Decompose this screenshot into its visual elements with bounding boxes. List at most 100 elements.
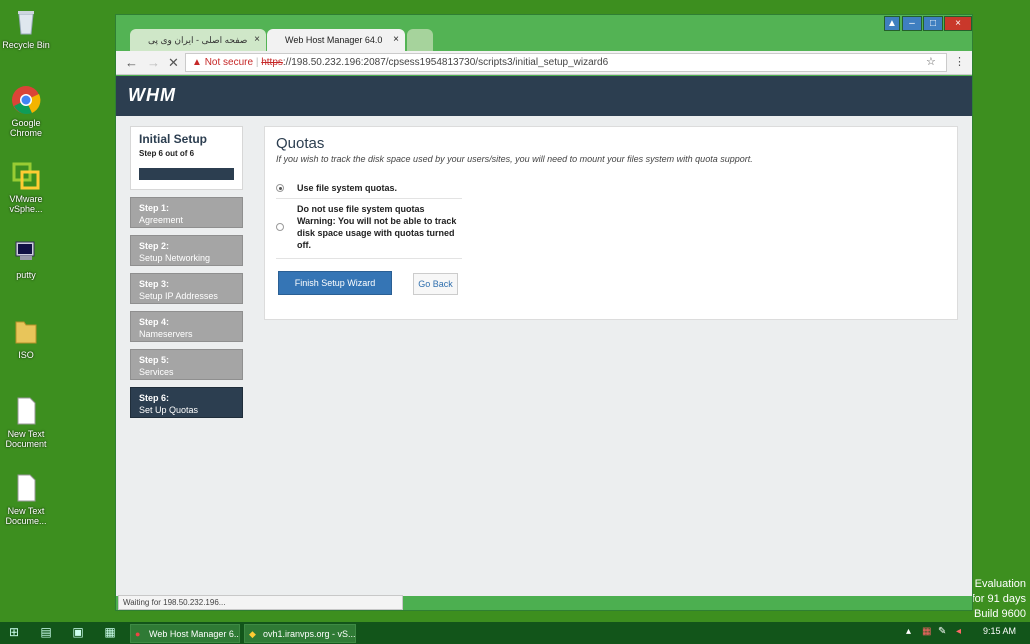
sidebar-step-services: Step 5: Services (130, 349, 243, 380)
url-scheme: https (261, 57, 283, 68)
step-label: Agreement (139, 215, 184, 225)
chrome-icon (12, 86, 41, 115)
whm-page: WHM Initial Setup Step 6 out of 6 Step 1… (116, 76, 972, 596)
sidebar-step-agreement: Step 1: Agreement (130, 197, 243, 228)
desktop-icon-chrome[interactable]: Google Chrome (0, 84, 52, 138)
desktop-icon-label: Recycle Bin (2, 40, 50, 50)
close-icon[interactable]: × (254, 29, 260, 51)
setup-step-count: Step 6 out of 6 (139, 149, 195, 158)
taskbar-item-vsphere[interactable]: ◆ ovh1.iranvps.org - vS... (244, 624, 356, 643)
close-icon[interactable]: × (393, 29, 399, 51)
sidebar-step-nameservers: Step 4: Nameservers (130, 311, 243, 342)
option-use-quotas[interactable]: Use file system quotas. (276, 182, 462, 194)
setup-title: Initial Setup (139, 132, 208, 146)
tray-arrow-icon[interactable]: ▴ (906, 626, 911, 637)
desktop-icon-vmware[interactable]: VMware vSphe... (0, 160, 52, 214)
quotas-panel: Quotas If you wish to track the disk spa… (264, 126, 958, 320)
server-manager-icon[interactable]: ▤ (38, 625, 54, 640)
step-number: Step 3: (139, 279, 170, 289)
forward-arrow-icon[interactable]: → (147, 54, 160, 71)
vmware-icon (12, 162, 40, 190)
desktop-icon-text-document[interactable]: New Text Document (0, 395, 52, 449)
taskbar-item-label: ovh1.iranvps.org - vS... (263, 629, 356, 639)
volume-icon[interactable]: ◂ (956, 626, 961, 637)
taskbar: ⊞ ▤ ▣ ▦ ● Web Host Manager 6... ◆ ovh1.i… (0, 622, 1030, 644)
sidebar-step-ip-addresses: Step 3: Setup IP Addresses (130, 273, 243, 304)
step-label: Set Up Quotas (139, 405, 199, 415)
tab-label: صفحه اصلی - ایران وی پی (148, 35, 248, 45)
text-document-icon (17, 397, 36, 425)
tab-iranvps[interactable]: صفحه اصلی - ایران وی پی × (130, 29, 266, 51)
option-label: Use file system quotas. (297, 183, 398, 193)
radio-use-quotas[interactable] (276, 184, 284, 192)
go-back-button[interactable]: Go Back (413, 273, 458, 295)
browser-window: صفحه اصلی - ایران وی پی × Web Host Manag… (115, 14, 973, 611)
desktop-icon-iso-folder[interactable]: ISO (0, 316, 52, 360)
maximize-button[interactable]: □ (923, 16, 943, 31)
step-label: Nameservers (139, 329, 193, 339)
step-number: Step 5: (139, 355, 170, 365)
sidebar-step-networking: Step 2: Setup Networking (130, 235, 243, 266)
desktop-icon-putty[interactable]: putty (0, 236, 52, 280)
setup-sidebar: Initial Setup Step 6 out of 6 Step 1: Agr… (130, 126, 243, 418)
progress-bar (139, 168, 234, 180)
divider (276, 258, 462, 259)
url-field[interactable]: ▲ Not secure | https://198.50.232.196:20… (185, 53, 947, 72)
step-label: Setup Networking (139, 253, 211, 263)
radio-no-quotas[interactable] (276, 223, 284, 231)
sidebar-step-quotas: Step 6: Set Up Quotas (130, 387, 243, 418)
step-number: Step 2: (139, 241, 170, 251)
finish-setup-wizard-button[interactable]: Finish Setup Wizard (278, 271, 392, 295)
step-number: Step 6: (139, 393, 170, 403)
evaluation-line: Build 9600 (974, 608, 1026, 620)
user-icon[interactable]: ▲ (884, 16, 900, 31)
browser-titlebar[interactable]: صفحه اصلی - ایران وی پی × Web Host Manag… (116, 15, 972, 51)
step-number: Step 1: (139, 203, 170, 213)
desktop-icon-label: Google Chrome (9, 118, 42, 138)
evaluation-watermark: Evaluation for 91 days Build 9600 (972, 577, 1026, 622)
tab-label: Web Host Manager 64.0 (285, 35, 383, 45)
step-label: Setup IP Addresses (139, 291, 218, 301)
evaluation-line: for 91 days (971, 593, 1026, 605)
option-no-quotas[interactable]: Do not use file system quotas Warning: Y… (276, 203, 462, 251)
clock[interactable]: 9:15 AM (983, 626, 1016, 636)
close-window-button[interactable]: × (944, 16, 972, 31)
minimize-button[interactable]: – (902, 16, 922, 31)
tab-whm[interactable]: Web Host Manager 64.0 × (267, 29, 405, 51)
new-tab-button[interactable] (407, 29, 433, 51)
star-icon[interactable]: ☆ (926, 54, 936, 71)
desktop-icon-label: VMware vSphe... (9, 194, 43, 214)
back-arrow-icon[interactable]: ← (125, 54, 138, 71)
recycle-bin-icon (18, 11, 34, 35)
not-secure-label[interactable]: Not secure (205, 57, 253, 68)
evaluation-line: Evaluation (974, 578, 1026, 590)
powershell-icon[interactable]: ▣ (70, 625, 86, 640)
vmware-icon: ◆ (249, 629, 256, 639)
divider (276, 198, 462, 199)
desktop-icon-label: ISO (18, 350, 34, 360)
url-text: ://198.50.232.196:2087/cpsess1954813730/… (282, 57, 609, 68)
step-number: Step 4: (139, 317, 170, 327)
step-label: Services (139, 367, 174, 377)
desktop-icon-label: putty (16, 270, 36, 280)
desktop-icon-label: New Text Document (5, 429, 47, 449)
whm-header: WHM (116, 76, 972, 116)
quotas-description: If you wish to track the disk space used… (276, 154, 753, 164)
option-label: Do not use file system quotas Warning: Y… (297, 204, 457, 250)
desktop-icon-label: New Text Docume... (5, 506, 47, 526)
folder-icon (15, 321, 37, 344)
language-icon[interactable]: ✎ (938, 626, 946, 637)
file-explorer-icon[interactable]: ▦ (102, 625, 118, 640)
loading-status: Waiting for 198.50.232.196... (118, 595, 403, 610)
page-title: Quotas (276, 135, 325, 152)
taskbar-item-label: Web Host Manager 6... (149, 629, 240, 639)
stop-icon[interactable]: ✕ (168, 54, 179, 71)
desktop-icon-text-document-2[interactable]: New Text Docume... (0, 472, 52, 526)
network-icon[interactable]: ▦ (922, 626, 931, 637)
desktop-icon-recycle-bin[interactable]: Recycle Bin (0, 6, 52, 50)
menu-icon[interactable]: ⋮ (954, 54, 965, 71)
putty-icon (15, 241, 35, 260)
taskbar-item-whm[interactable]: ● Web Host Manager 6... (130, 624, 240, 643)
whm-logo[interactable]: WHM (128, 85, 176, 106)
start-icon[interactable]: ⊞ (6, 625, 22, 640)
